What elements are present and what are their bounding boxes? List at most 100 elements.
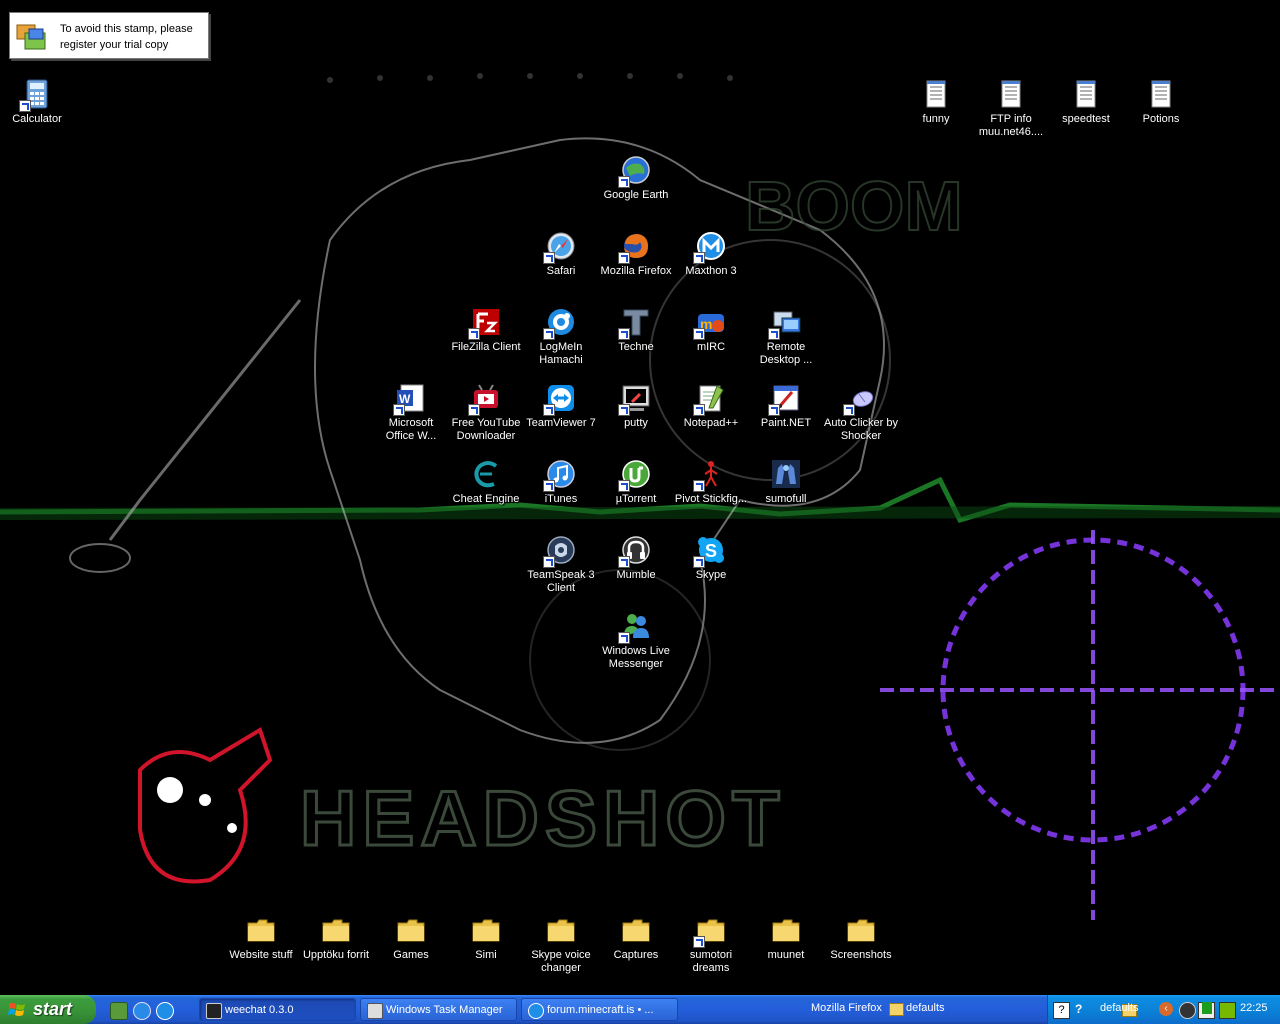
desktop-icon-messenger[interactable]: Windows Live Messenger: [599, 610, 673, 671]
icon-label: Skype: [695, 569, 727, 581]
folder-icon: [397, 919, 425, 942]
weechat-icon: [206, 1003, 222, 1019]
tray-defaults[interactable]: defaults: [1100, 1002, 1139, 1014]
desktop-folder-games[interactable]: Games: [374, 914, 448, 962]
toolbar-firefox[interactable]: Mozilla Firefox: [811, 1002, 882, 1014]
shortcut-arrow-icon: [468, 404, 480, 416]
task-label: forum.minecraft.is • ...: [547, 1004, 654, 1016]
quick-launch-show-desktop[interactable]: [110, 1002, 128, 1020]
task-label: weechat 0.3.0: [225, 1004, 294, 1016]
screenshot-app-icon: [16, 24, 46, 50]
desktop-icon-teamviewer[interactable]: TeamViewer 7: [524, 382, 598, 430]
desktop-folder-website-stuff[interactable]: Website stuff: [224, 914, 298, 962]
desktop-icon-mirc[interactable]: m mIRC: [674, 306, 748, 354]
task-weechat[interactable]: weechat 0.3.0: [199, 998, 356, 1021]
desktop-icon-pivot[interactable]: Pivot Stickfig...: [674, 458, 748, 506]
steam-icon[interactable]: [1179, 1002, 1196, 1019]
icon-label: mIRC: [696, 341, 726, 353]
icon-label: Paint.NET: [760, 417, 812, 429]
shortcut-arrow-icon: [693, 480, 705, 492]
desktop-icon-techne[interactable]: Techne: [599, 306, 673, 354]
task-forum-minecraft[interactable]: forum.minecraft.is • ...: [521, 998, 678, 1021]
shortcut-arrow-icon: [618, 328, 630, 340]
desktop-icon-notepadpp[interactable]: Notepad++: [674, 382, 748, 430]
desktop-folder-muunet[interactable]: muunet: [749, 914, 823, 962]
icon-label: Simi: [475, 949, 497, 961]
desktop-icon-itunes[interactable]: iTunes: [524, 458, 598, 506]
desktop-icon-hamachi[interactable]: LogMeIn Hamachi: [524, 306, 598, 367]
icon-label: iTunes: [544, 493, 578, 505]
desktop-folder-sumotori-dreams[interactable]: sumotori dreams: [674, 914, 748, 975]
trial-stamp-notice: To avoid this stamp, please register you…: [9, 12, 209, 59]
stamp-line-1: To avoid this stamp, please: [60, 23, 193, 35]
desktop-icon-cheat-engine[interactable]: Cheat Engine: [449, 458, 523, 506]
desktop-icon-funny[interactable]: funny: [899, 78, 973, 126]
desktop-icon-sumofull[interactable]: sumofull: [749, 458, 823, 506]
desktop-icon-utorrent[interactable]: µTorrent: [599, 458, 673, 506]
desktop-icon-word[interactable]: W Microsoft Office W...: [374, 382, 448, 443]
clock[interactable]: 22:25: [1240, 1002, 1268, 1014]
text-file-icon: [926, 80, 946, 108]
desktop-icon-paintnet[interactable]: Paint.NET: [749, 382, 823, 430]
stamp-line-2: register your trial copy: [60, 39, 169, 51]
desktop-icon-auto-clicker[interactable]: Auto Clicker by Shocker: [824, 382, 898, 443]
desktop-folder-upptoku-forrit[interactable]: Upptöku forrit: [299, 914, 373, 962]
question-icon[interactable]: ?: [1075, 1002, 1090, 1017]
desktop-icon-youtube-downloader[interactable]: Free YouTube Downloader: [449, 382, 523, 443]
desktop-icon-teamspeak[interactable]: TeamSpeak 3 Client: [524, 534, 598, 595]
shortcut-arrow-icon: [693, 936, 705, 948]
shortcut-arrow-icon: [768, 328, 780, 340]
desktop-icon-safari[interactable]: Safari: [524, 230, 598, 278]
desktop-icon-filezilla[interactable]: FileZilla Client: [449, 306, 523, 354]
shortcut-arrow-icon: [618, 252, 630, 264]
desktop-icon-remote-desktop[interactable]: Remote Desktop ...: [749, 306, 823, 367]
desktop-folder-captures[interactable]: Captures: [599, 914, 673, 962]
quick-launch-maxthon[interactable]: [156, 1002, 174, 1020]
shortcut-arrow-icon: [618, 556, 630, 568]
svg-text:BOOM: BOOM: [745, 167, 963, 245]
icon-label: Captures: [613, 949, 659, 961]
toolbar-defaults[interactable]: defaults: [906, 1002, 945, 1014]
quick-launch-itunes[interactable]: [133, 1002, 151, 1020]
task-manager-icon: [367, 1003, 383, 1019]
shortcut-arrow-icon: [618, 480, 630, 492]
desktop-icon-firefox[interactable]: Mozilla Firefox: [599, 230, 673, 278]
icon-label: Games: [393, 949, 429, 961]
icon-label: Notepad++: [683, 417, 739, 429]
icon-label: Mozilla Firefox: [600, 265, 672, 277]
folder-icon: [247, 919, 275, 942]
svg-text:HEADSHOT: HEADSHOT: [300, 774, 786, 862]
desktop-icon-maxthon[interactable]: Maxthon 3: [674, 230, 748, 278]
desktop-icon-potions[interactable]: Potions: [1124, 78, 1198, 126]
help-icon[interactable]: ?: [1053, 1002, 1070, 1019]
desktop-icon-speedtest[interactable]: speedtest: [1049, 78, 1123, 126]
icon-label: Auto Clicker by Shocker: [824, 417, 898, 442]
icon-label: Remote Desktop ...: [759, 341, 813, 366]
desktop-icon-putty[interactable]: putty: [599, 382, 673, 430]
chevron-left-icon[interactable]: ‹: [1159, 1002, 1173, 1016]
nvidia-icon[interactable]: [1219, 1002, 1236, 1019]
start-button[interactable]: start: [0, 995, 96, 1024]
icon-label: Website stuff: [229, 949, 293, 961]
desktop-icon-mumble[interactable]: Mumble: [599, 534, 673, 582]
desktop-icon-ftp-info[interactable]: FTP info muu.net46....: [974, 78, 1048, 139]
system-tray: ? ? defaults ‹ 22:25: [1047, 995, 1280, 1024]
icon-label: Pivot Stickfig...: [674, 493, 748, 505]
shortcut-arrow-icon: [843, 404, 855, 416]
cheat-engine-icon: [474, 461, 498, 488]
desktop-icon-skype[interactable]: S Skype: [674, 534, 748, 582]
task-windows-task-manager[interactable]: Windows Task Manager: [360, 998, 517, 1021]
desktop-folder-simi[interactable]: Simi: [449, 914, 523, 962]
shortcut-arrow-icon: [543, 328, 555, 340]
desktop-folder-skype-voice-changer[interactable]: Skype voice changer: [524, 914, 598, 975]
icon-label: speedtest: [1062, 113, 1110, 125]
maxthon-icon: [528, 1003, 544, 1019]
desktop-icon-google-earth[interactable]: Google Earth: [599, 154, 673, 202]
desktop-icon-calculator[interactable]: Calculator: [0, 78, 74, 126]
shortcut-arrow-icon: [693, 556, 705, 568]
shortcut-arrow-icon: [543, 480, 555, 492]
green-status-icon[interactable]: [1202, 1002, 1212, 1014]
desktop-folder-screenshots[interactable]: Screenshots: [824, 914, 898, 962]
shortcut-arrow-icon: [618, 404, 630, 416]
folder-icon: [322, 919, 350, 942]
